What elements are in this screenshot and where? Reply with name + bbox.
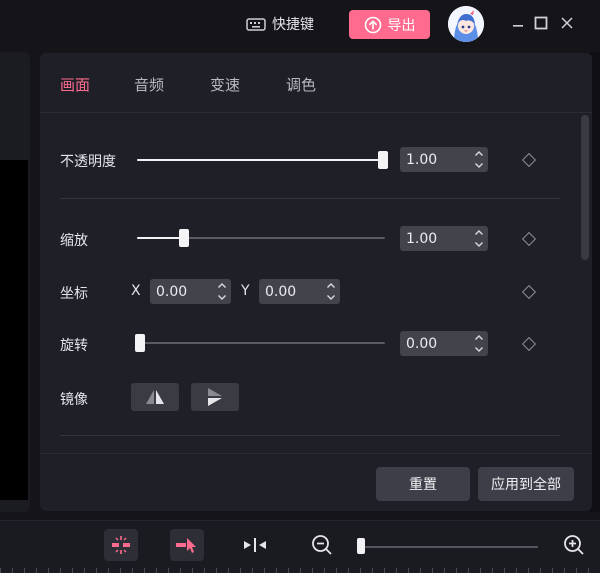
- select-cursor-button[interactable]: [170, 529, 204, 561]
- decrement-arrow-icon[interactable]: [474, 162, 484, 169]
- split-icon: [112, 536, 130, 554]
- close-button[interactable]: [558, 14, 576, 32]
- scale-keyframe-icon[interactable]: [521, 231, 537, 247]
- opacity-slider-thumb[interactable]: [378, 151, 388, 169]
- opacity-value: 1.00: [406, 151, 438, 168]
- panel-scrollbar[interactable]: [581, 115, 589, 260]
- shortcut-button[interactable]: 快捷键: [246, 14, 314, 34]
- increment-arrow-icon[interactable]: [326, 282, 336, 289]
- property-panel: 画面 音频 变速 调色 不透明度 1.00 缩放 1.00 坐标 X 0.00 …: [40, 53, 592, 511]
- scale-slider[interactable]: [137, 229, 385, 247]
- shortcut-label: 快捷键: [272, 17, 314, 33]
- snap-icon: [244, 538, 266, 552]
- property-content: 不透明度 1.00 缩放 1.00 坐标 X 0.00 Y 0.00 旋转 0.…: [40, 114, 592, 504]
- scale-value: 1.00: [406, 230, 438, 247]
- maximize-icon: [534, 16, 548, 30]
- reset-button[interactable]: 重置: [376, 467, 470, 501]
- zoom-in-icon: [564, 535, 584, 555]
- decrement-arrow-icon[interactable]: [326, 294, 336, 301]
- divider: [60, 435, 560, 436]
- timeline-ruler: [0, 568, 600, 573]
- export-label: 导出: [387, 17, 416, 34]
- mirror-horizontal-button[interactable]: [131, 383, 179, 411]
- scale-label: 缩放: [60, 233, 88, 249]
- position-keyframe-icon[interactable]: [521, 284, 537, 300]
- rotation-keyframe-icon[interactable]: [521, 336, 537, 352]
- zoom-slider-thumb[interactable]: [357, 538, 365, 554]
- decrement-arrow-icon[interactable]: [474, 346, 484, 353]
- minimize-button[interactable]: [509, 14, 527, 32]
- select-cursor-icon: [176, 538, 196, 553]
- rotation-slider[interactable]: [135, 334, 385, 352]
- panel-footer: 重置 应用到全部: [40, 453, 592, 511]
- rotation-input[interactable]: 0.00: [400, 331, 488, 356]
- property-tabs: 画面 音频 变速 调色: [40, 53, 592, 113]
- rotation-label: 旋转: [60, 338, 88, 354]
- increment-arrow-icon[interactable]: [474, 334, 484, 341]
- avatar-image: [448, 6, 484, 42]
- position-x-input[interactable]: 0.00: [150, 279, 231, 304]
- decrement-arrow-icon[interactable]: [217, 294, 227, 301]
- opacity-slider-fill: [137, 159, 385, 161]
- increment-arrow-icon[interactable]: [474, 229, 484, 236]
- opacity-slider[interactable]: [137, 151, 388, 169]
- zoom-out-button[interactable]: [305, 529, 339, 561]
- position-y-value: 0.00: [265, 283, 297, 300]
- minimize-icon: [513, 25, 523, 27]
- rotation-slider-thumb[interactable]: [135, 334, 145, 352]
- position-x-value: 0.00: [156, 283, 188, 300]
- opacity-input[interactable]: 1.00: [400, 147, 488, 172]
- maximize-button[interactable]: [532, 14, 550, 32]
- opacity-keyframe-icon[interactable]: [521, 152, 537, 168]
- position-x-label: X: [131, 283, 141, 299]
- rotation-value: 0.00: [406, 335, 438, 352]
- decrement-arrow-icon[interactable]: [474, 241, 484, 248]
- avatar[interactable]: [448, 6, 484, 42]
- export-button[interactable]: 导出: [349, 10, 430, 39]
- position-y-label: Y: [241, 283, 250, 299]
- increment-arrow-icon[interactable]: [474, 150, 484, 157]
- snap-button[interactable]: [238, 529, 272, 561]
- mirror-horizontal-icon: [146, 390, 164, 404]
- opacity-label: 不透明度: [60, 154, 116, 170]
- scale-input[interactable]: 1.00: [400, 226, 488, 251]
- timeline-toolbar: [0, 520, 600, 573]
- close-icon: [561, 17, 573, 29]
- zoom-out-icon: [312, 535, 332, 555]
- preview-panel: [0, 52, 30, 542]
- divider: [60, 198, 560, 199]
- scale-slider-thumb[interactable]: [179, 229, 189, 247]
- keyboard-icon: [246, 18, 266, 31]
- increment-arrow-icon[interactable]: [217, 282, 227, 289]
- tab-speed[interactable]: 变速: [210, 74, 240, 95]
- tab-color[interactable]: 调色: [286, 74, 316, 95]
- mirror-vertical-button[interactable]: [191, 383, 239, 411]
- apply-to-all-button[interactable]: 应用到全部: [478, 467, 574, 501]
- zoom-slider[interactable]: [362, 546, 538, 548]
- title-bar: 快捷键 导出: [0, 0, 600, 48]
- position-y-input[interactable]: 0.00: [259, 279, 340, 304]
- zoom-in-button[interactable]: [557, 529, 591, 561]
- split-button[interactable]: [104, 529, 138, 561]
- position-label: 坐标: [60, 286, 88, 302]
- tab-audio[interactable]: 音频: [134, 74, 164, 95]
- mirror-label: 镜像: [60, 392, 88, 408]
- preview-canvas: [0, 160, 28, 500]
- mirror-vertical-icon: [208, 388, 222, 406]
- tab-picture[interactable]: 画面: [60, 74, 90, 95]
- scale-slider-fill: [137, 237, 184, 239]
- upload-icon: [364, 16, 381, 33]
